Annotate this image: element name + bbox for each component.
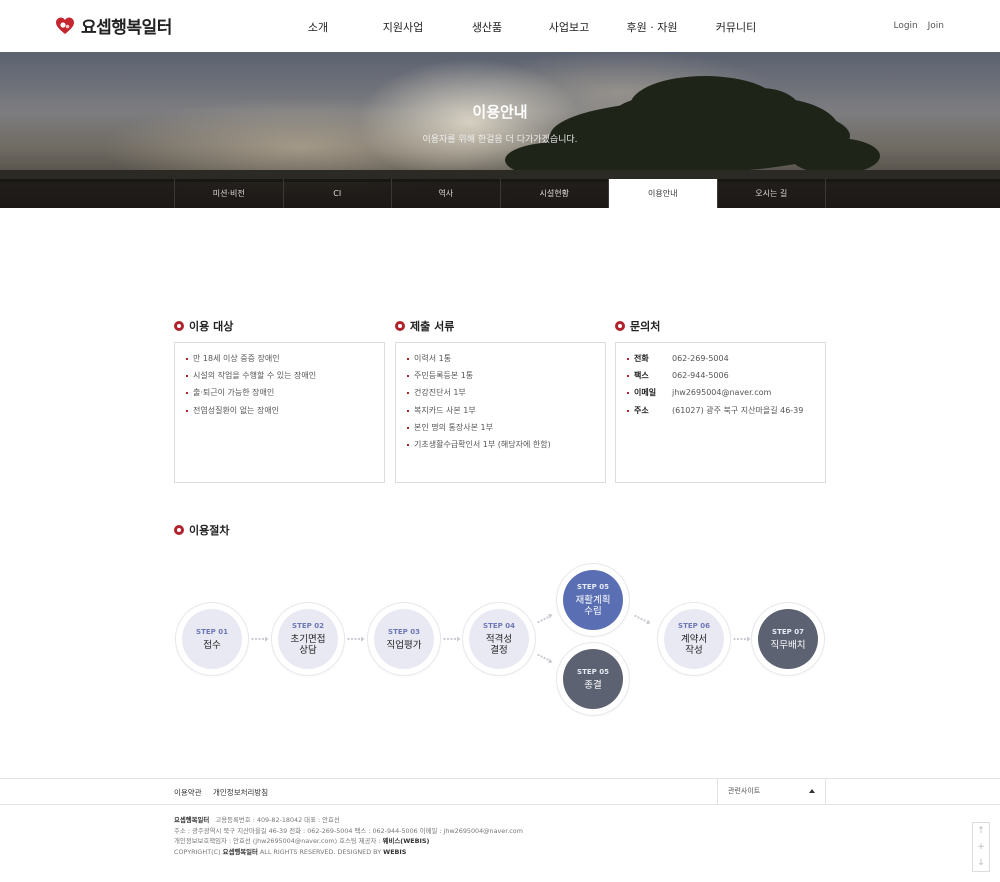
sub-navigation: 미션·비전 CI 역사 시설현황 이용안내 오시는 길: [0, 179, 1000, 208]
ring-bullet-icon: [174, 321, 184, 331]
list-item: 출·퇴근이 가능한 장애인: [185, 387, 374, 404]
nav-item-community[interactable]: 커뮤니티: [716, 19, 756, 35]
tab-ci[interactable]: CI: [284, 179, 392, 208]
nav-item-products[interactable]: 생산품: [472, 19, 502, 35]
section-title-process: 이용절차: [174, 522, 229, 538]
ring-bullet-icon: [395, 321, 405, 331]
tab-directions[interactable]: 오시는 길: [718, 179, 826, 208]
terms-link[interactable]: 이용약관: [174, 788, 202, 797]
section-title-contact: 문의처: [615, 318, 660, 334]
step-05-plan: STEP 05 재활계획 수립: [557, 564, 629, 636]
nav-item-about[interactable]: 소개: [308, 19, 328, 35]
list-item: 시설의 작업을 수행할 수 있는 장애인: [185, 370, 374, 387]
step-06: STEP 06 계약서 작성: [658, 603, 730, 675]
footer-links: 이용약관 개인정보처리방침: [174, 787, 277, 798]
list-item: 본인 명의 통장사본 1부: [406, 422, 595, 439]
family-site-select[interactable]: 관련사이트: [717, 779, 826, 804]
hero-banner: 이용안내 이용자를 위해 한걸음 더 다가가겠습니다. 미션·비전 CI 역사 …: [0, 52, 1000, 208]
list-item: 주민등록등본 1통: [406, 370, 595, 387]
contact-fax: 팩스 062-944-5006: [626, 370, 815, 387]
target-box: 만 18세 이상 중증 장애인 시설의 작업을 수행할 수 있는 장애인 출·퇴…: [174, 342, 385, 483]
contact-phone: 전화 062-269-5004: [626, 353, 815, 370]
step-01: STEP 01 접수: [176, 603, 248, 675]
plus-icon[interactable]: +: [977, 842, 985, 852]
nav-item-reports[interactable]: 사업보고: [549, 19, 589, 35]
arrow-right-icon: [443, 636, 461, 642]
privacy-link[interactable]: 개인정보처리방침: [213, 788, 268, 797]
list-item: 건강진단서 1부: [406, 387, 595, 404]
section-title-documents: 제출 서류: [395, 318, 454, 334]
footer-info: 요셉행복일터 고용등록번호 : 409-82-18042 대표 : 안효선 주소…: [174, 816, 523, 856]
arrow-right-icon: [251, 636, 269, 642]
arrow-down-right-icon: [537, 653, 553, 663]
section-title-target: 이용 대상: [174, 318, 233, 334]
tab-history[interactable]: 역사: [392, 179, 501, 208]
tab-mission-vision[interactable]: 미션·비전: [175, 179, 284, 208]
login-link[interactable]: Login: [893, 21, 917, 31]
nav-item-donation[interactable]: 후원 · 자원: [627, 19, 678, 35]
ring-bullet-icon: [174, 525, 184, 535]
tab-facilities[interactable]: 시설현황: [501, 179, 609, 208]
ring-bullet-icon: [615, 321, 625, 331]
arrow-right-icon: [347, 636, 365, 642]
documents-box: 이력서 1통 주민등록등본 1통 건강진단서 1부 복지카드 사본 1부 본인 …: [395, 342, 606, 483]
list-item: 이력서 1통: [406, 353, 595, 370]
step-02: STEP 02 초기면접 상담: [272, 603, 344, 675]
arrow-up-right-icon: [537, 614, 553, 624]
contact-email: 이메일 jhw2695004@naver.com: [626, 387, 815, 404]
arrow-down-right-icon: [634, 614, 651, 624]
nav-item-support[interactable]: 지원사업: [383, 19, 423, 35]
step-03: STEP 03 직업평가: [368, 603, 440, 675]
footer-divider: [0, 778, 1000, 779]
tab-usage-guide[interactable]: 이용안내: [609, 179, 718, 208]
step-04: STEP 04 적격성 결정: [463, 603, 535, 675]
arrow-right-icon: [733, 636, 751, 642]
step-07: STEP 07 직무배치: [752, 603, 824, 675]
footer-divider: [0, 804, 1000, 805]
step-05-closure: STEP 05 종결: [557, 643, 629, 715]
contact-address: 주소 (61027) 광주 북구 지산마을길 46-39: [626, 405, 815, 422]
join-link[interactable]: Join: [928, 21, 944, 31]
list-item: 기초생활수급확인서 1부 (해당자에 한함): [406, 439, 595, 456]
list-item: 전염성질환이 없는 장애인: [185, 405, 374, 422]
util-links: Login Join: [886, 21, 944, 31]
page-subtitle: 이용자를 위해 한걸음 더 다가가겠습니다.: [422, 135, 578, 145]
page-title: 이용안내: [472, 103, 528, 121]
list-item: 만 18세 이상 중증 장애인: [185, 353, 374, 370]
quick-scroll-widget: ↑ + ↓: [972, 822, 990, 872]
arrow-down-icon[interactable]: ↓: [977, 858, 985, 868]
arrow-up-icon[interactable]: ↑: [977, 826, 985, 836]
contact-box: 전화 062-269-5004 팩스 062-944-5006 이메일 jhw2695…: [615, 342, 826, 483]
main-nav: 소개 지원사업 생산품 사업보고 후원 · 자원 커뮤니티: [0, 19, 1000, 35]
list-item: 복지카드 사본 1부: [406, 405, 595, 422]
caret-up-icon: [809, 789, 815, 793]
site-header: 요셉행복일터 소개 지원사업 생산품 사업보고 후원 · 자원 커뮤니티 Log…: [0, 0, 1000, 52]
